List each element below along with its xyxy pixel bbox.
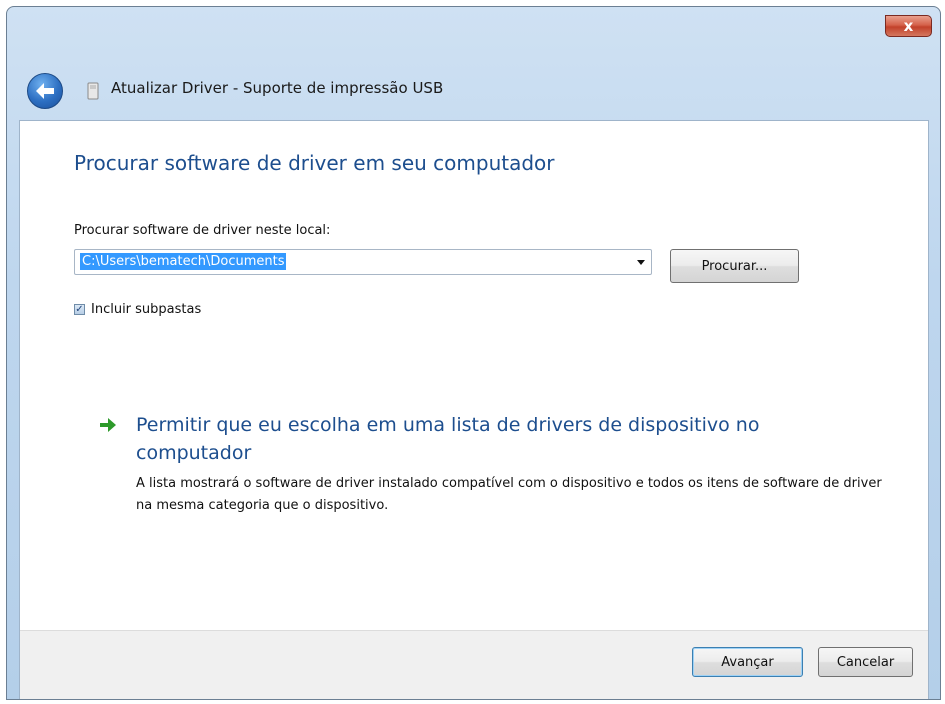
page-title: Procurar software de driver em seu compu… (74, 151, 555, 175)
include-subfolders-checkbox[interactable]: ✓ (74, 304, 85, 315)
option-title[interactable]: Permitir que eu escolha em uma lista de … (136, 411, 836, 467)
cancel-button[interactable]: Cancelar (818, 647, 913, 677)
location-combobox[interactable]: C:\Users\bematech\Documents (74, 249, 652, 275)
navigation-bar: Atualizar Driver - Suporte de impressão … (7, 63, 940, 127)
include-subfolders-row[interactable]: ✓ Incluir subpastas (74, 302, 201, 317)
browse-button[interactable]: Procurar... (670, 249, 799, 283)
window-title: Atualizar Driver - Suporte de impressão … (111, 79, 444, 97)
checkmark-icon: ✓ (75, 303, 84, 315)
content-panel: Procurar software de driver em seu compu… (19, 120, 929, 699)
footer-bar: Avançar Cancelar (20, 630, 928, 699)
title-bar: x (7, 7, 940, 63)
include-subfolders-label[interactable]: Incluir subpastas (91, 302, 201, 317)
back-arrow-icon (36, 83, 54, 99)
close-icon: x (903, 17, 914, 35)
location-value[interactable]: C:\Users\bematech\Documents (80, 253, 287, 270)
next-button[interactable]: Avançar (692, 647, 803, 677)
green-arrow-icon (100, 418, 116, 432)
location-label: Procurar software de driver neste local: (74, 223, 331, 238)
usb-device-icon (87, 82, 99, 100)
close-button[interactable]: x (885, 15, 932, 37)
option-description: A lista mostrará o software de driver in… (136, 476, 882, 513)
dialog-window: x Atualizar Driver - Suporte de impressã… (6, 6, 941, 700)
dropdown-arrow-icon[interactable] (637, 260, 645, 265)
back-button[interactable] (27, 73, 63, 109)
